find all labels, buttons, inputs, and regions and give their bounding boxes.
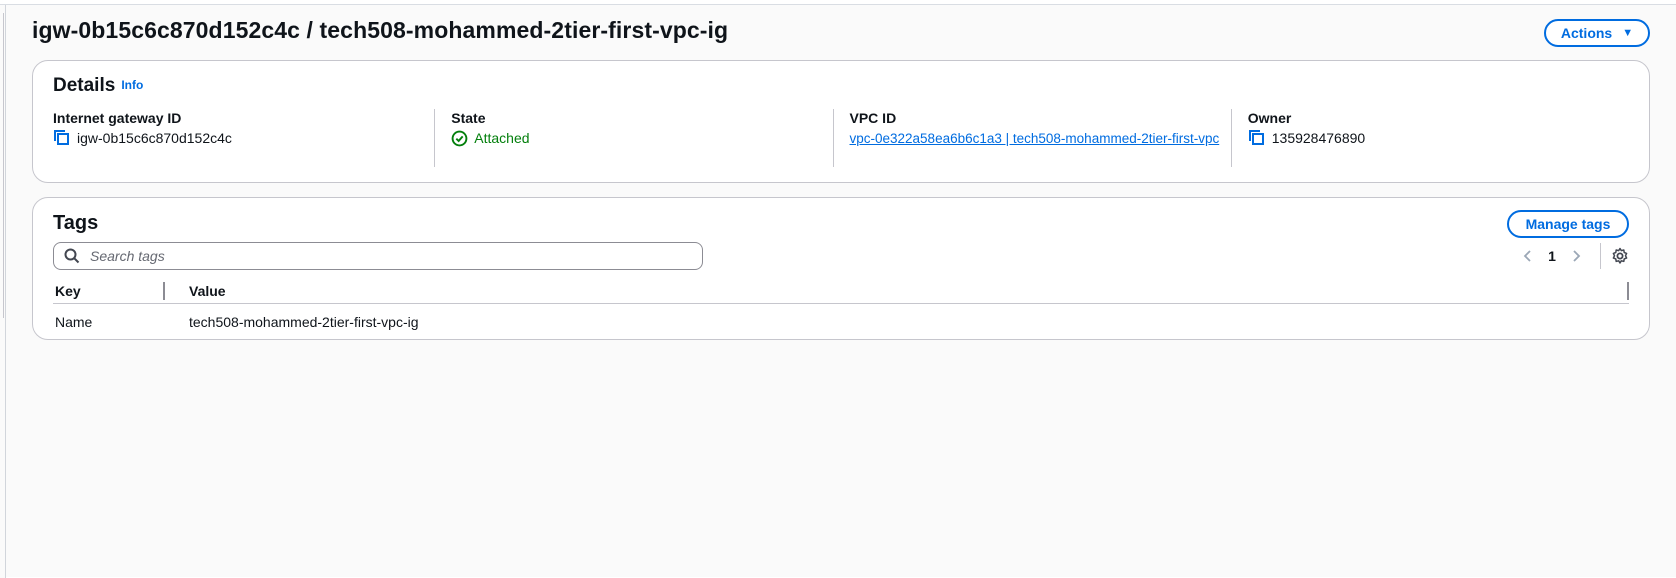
info-link[interactable]: Info: [121, 78, 143, 92]
vpc-id-label: VPC ID: [849, 110, 897, 126]
vpc-id-value-row: vpc-0e322a58ea6b6c1a3 | tech508-mohammed…: [850, 129, 1231, 148]
gateway-id-value-row: igw-0b15c6c870d152c4c: [53, 129, 434, 148]
column-header-value[interactable]: Value: [189, 283, 226, 299]
search-icon: [64, 248, 80, 264]
actions-button[interactable]: Actions ▼: [1544, 19, 1650, 47]
details-title: Details: [53, 75, 116, 96]
table-row: Name tech508-mohammed-2tier-first-vpc-ig: [53, 304, 1629, 340]
tags-title: Tags: [53, 212, 99, 234]
gateway-id-column: Internet gateway ID igw-0b15c6c870d152c4…: [53, 109, 434, 167]
chevron-right-icon[interactable]: [1566, 248, 1586, 264]
chevron-left-icon[interactable]: [1518, 248, 1538, 264]
column-resizer[interactable]: [1627, 282, 1629, 300]
search-tags-input[interactable]: [88, 247, 668, 265]
column-header-key[interactable]: Key: [55, 283, 81, 299]
tag-key: Name: [55, 314, 93, 330]
gateway-id-value: igw-0b15c6c870d152c4c: [77, 130, 232, 146]
owner-label: Owner: [1247, 110, 1292, 126]
copy-icon[interactable]: [1248, 129, 1266, 147]
state-label: State: [451, 110, 486, 126]
actions-label: Actions: [1560, 25, 1613, 41]
pagination: 1: [1518, 242, 1629, 270]
state-column: State Attached: [434, 109, 832, 167]
manage-tags-button[interactable]: Manage tags: [1507, 210, 1629, 238]
page: igw-0b15c6c870d152c4c / tech508-mohammed…: [0, 4, 1676, 578]
details-panel: Details Info Internet gateway ID igw-0b15…: [32, 60, 1650, 183]
owner-column: Owner 135928476890: [1230, 109, 1629, 167]
left-rail: [0, 5, 6, 578]
gateway-id-label: Internet gateway ID: [53, 110, 182, 126]
state-value: Attached: [474, 130, 530, 146]
table-header: Key Value: [53, 278, 1629, 304]
search-tags-field[interactable]: [53, 242, 703, 270]
copy-icon[interactable]: [53, 129, 71, 147]
owner-value: 135928476890: [1271, 130, 1366, 146]
check-circle-icon: [451, 130, 468, 147]
details-heading: Details Info: [53, 75, 143, 97]
page-header: igw-0b15c6c870d152c4c / tech508-mohammed…: [32, 13, 1650, 53]
column-resizer[interactable]: [163, 282, 165, 300]
page-number[interactable]: 1: [1538, 248, 1566, 264]
vpc-id-link[interactable]: vpc-0e322a58ea6b6c1a3 | tech508-mohammed…: [850, 129, 1220, 148]
pager-divider: [1600, 243, 1601, 269]
tags-table: Key Value Name tech508-mohammed-2tier-fi…: [53, 278, 1629, 340]
tags-panel: Tags Manage tags 1 Key: [32, 197, 1650, 340]
tag-value: tech508-mohammed-2tier-first-vpc-ig: [189, 314, 419, 330]
rail-divider: [0, 13, 4, 318]
vpc-id-column: VPC ID vpc-0e322a58ea6b6c1a3 | tech508-m…: [832, 109, 1231, 167]
details-columns: Internet gateway ID igw-0b15c6c870d152c4…: [53, 109, 1629, 167]
caret-down-icon: ▼: [1622, 27, 1634, 39]
page-title: igw-0b15c6c870d152c4c / tech508-mohammed…: [32, 17, 729, 43]
gear-icon[interactable]: [1611, 247, 1629, 265]
state-value-row: Attached: [451, 129, 832, 148]
owner-value-row: 135928476890: [1248, 129, 1629, 148]
